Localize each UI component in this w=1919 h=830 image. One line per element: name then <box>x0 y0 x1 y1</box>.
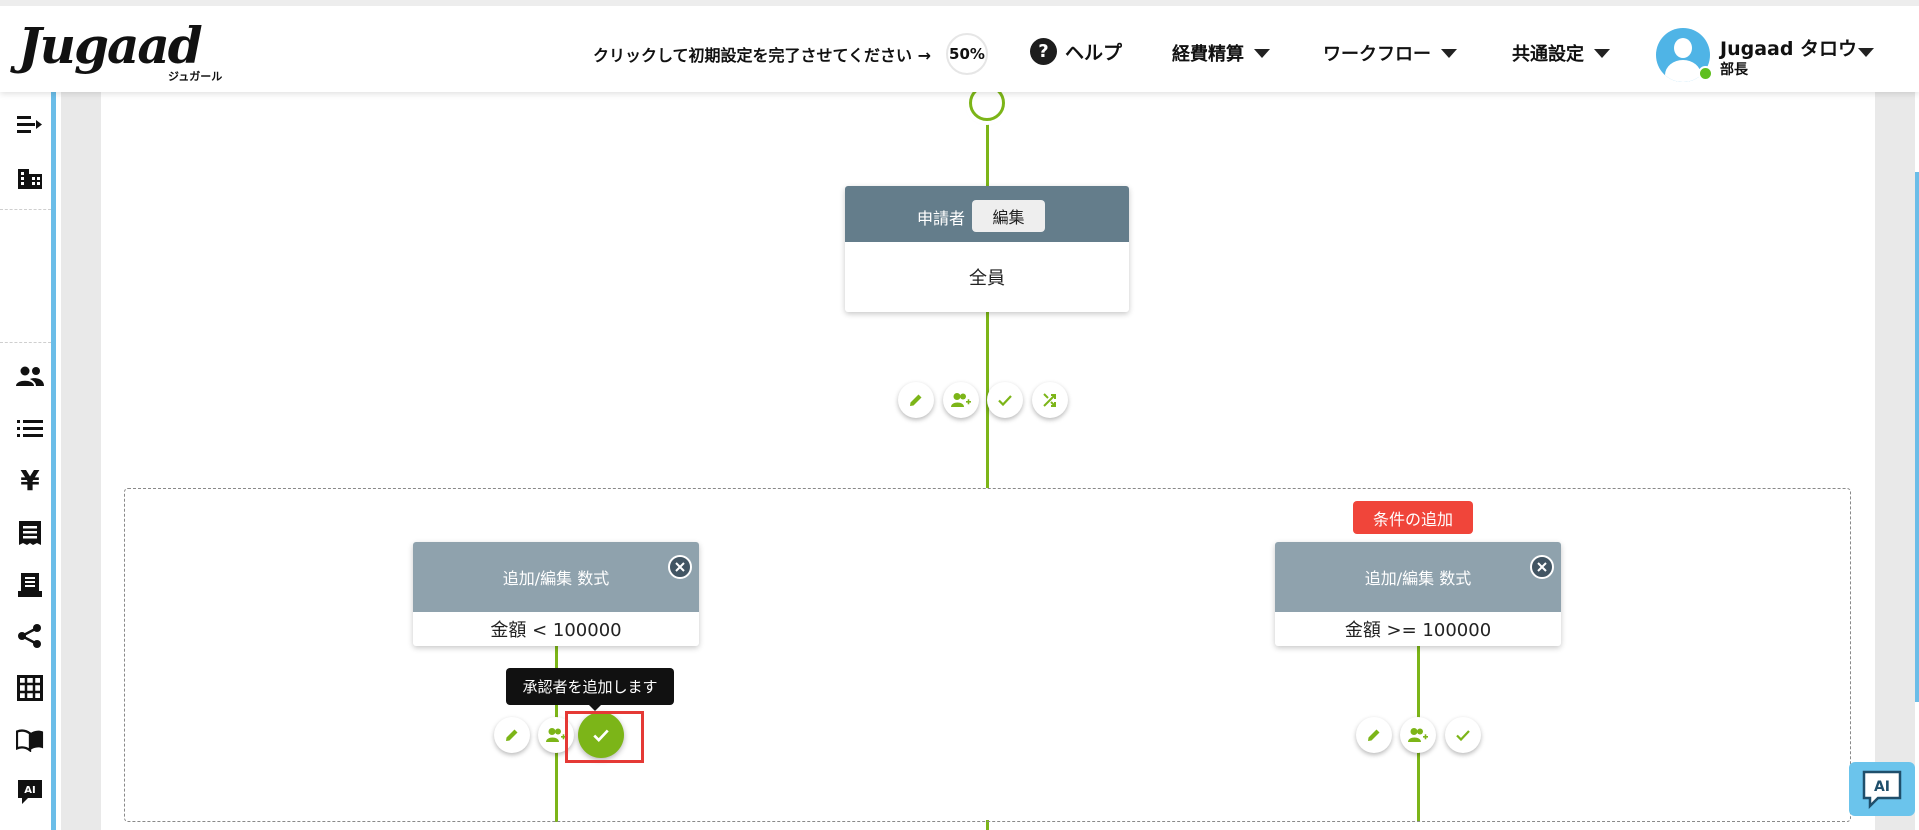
edit-applicant-button[interactable]: 編集 <box>972 200 1045 232</box>
help-label: ヘルプ <box>1065 42 1123 64</box>
expense-menu-label: 経費精算 <box>1172 44 1244 65</box>
document-icon[interactable] <box>16 571 44 599</box>
flow-line <box>986 121 989 186</box>
condition-node: 追加/編集 数式 金額 < 100000 <box>413 542 699 646</box>
logo-text: Jugaad <box>18 16 203 75</box>
tooltip-arrow <box>588 704 602 711</box>
chevron-down-icon <box>1594 48 1610 58</box>
check-icon <box>1456 730 1470 742</box>
add-approver-group-button[interactable] <box>943 382 979 418</box>
add-user-icon <box>546 728 566 742</box>
yen-icon[interactable]: ¥ <box>16 464 44 497</box>
user-menu-chevron-down-icon[interactable] <box>1858 48 1874 57</box>
collapse-menu-icon[interactable] <box>16 111 44 139</box>
pencil-icon <box>910 394 922 406</box>
applicant-value: 全員 <box>969 268 1005 289</box>
check-icon <box>998 395 1012 407</box>
share-icon[interactable] <box>16 622 44 650</box>
user-role: 部長 <box>1720 62 1748 78</box>
condition-header[interactable]: 追加/編集 数式 <box>413 542 699 612</box>
sidebar-divider <box>0 342 51 343</box>
edit-pencil-button[interactable] <box>494 717 530 753</box>
book-icon[interactable] <box>16 726 44 754</box>
common-settings-menu-label: 共通設定 <box>1512 44 1584 65</box>
condition-formula: 金額 >= 100000 <box>1344 620 1492 641</box>
sidebar-divider <box>0 209 51 210</box>
condition-formula: 金額 < 100000 <box>490 620 622 641</box>
users-icon[interactable] <box>16 362 44 390</box>
condition-node: 追加/編集 数式 金額 >= 100000 <box>1275 542 1561 646</box>
expense-menu[interactable]: 経費精算 <box>1172 40 1270 66</box>
help-menu[interactable]: ? ヘルプ <box>1030 38 1122 65</box>
grid-icon[interactable] <box>16 674 44 702</box>
applicant-title: 申請者 <box>917 209 966 228</box>
list-icon[interactable] <box>16 414 44 442</box>
receipt-icon[interactable] <box>16 519 44 547</box>
shuffle-icon <box>1043 393 1056 407</box>
svg-text:AI: AI <box>1874 779 1890 795</box>
applicant-node: 申請者 編集 全員 <box>845 186 1129 312</box>
logo-subtext: ジュガール <box>168 70 223 83</box>
add-user-icon <box>1408 728 1428 742</box>
company-building-icon[interactable] <box>16 164 44 192</box>
add-branch-button[interactable] <box>1032 382 1068 418</box>
close-icon[interactable] <box>668 555 692 579</box>
svg-text:AI: AI <box>24 785 35 796</box>
condition-group <box>124 488 1851 822</box>
sidebar: ¥ AI <box>0 92 56 830</box>
workflow-menu-label: ワークフロー <box>1323 44 1431 65</box>
vertical-scrollbar[interactable] <box>1915 172 1919 702</box>
applicant-node-header: 申請者 編集 <box>845 186 1129 242</box>
user-name[interactable]: Jugaad タロウ <box>1720 34 1857 61</box>
add-condition-button[interactable]: 条件の追加 <box>1353 501 1473 534</box>
ai-chat-bubble-icon: AI <box>1862 770 1902 809</box>
add-approver-button[interactable] <box>987 382 1023 418</box>
chevron-down-icon <box>1254 48 1270 58</box>
add-approver-group-button[interactable] <box>1400 717 1436 753</box>
common-settings-menu[interactable]: 共通設定 <box>1512 40 1610 66</box>
close-icon[interactable] <box>1530 555 1554 579</box>
online-status-dot <box>1698 66 1713 81</box>
condition-header[interactable]: 追加/編集 数式 <box>1275 542 1561 612</box>
workflow-menu[interactable]: ワークフロー <box>1323 40 1457 66</box>
setup-progress-badge[interactable]: 50% <box>946 33 988 75</box>
tooltip: 承認者を追加します <box>506 668 674 705</box>
edit-pencil-button[interactable] <box>1356 717 1392 753</box>
pencil-icon <box>506 729 518 741</box>
edit-pencil-button[interactable] <box>898 382 934 418</box>
setup-prompt-link[interactable]: クリックして初期設定を完了させてください → <box>593 42 931 66</box>
add-approver-button[interactable] <box>1445 717 1481 753</box>
pencil-icon <box>1368 729 1380 741</box>
ai-chat-icon[interactable]: AI <box>16 778 44 806</box>
ai-chat-button[interactable]: AI <box>1849 762 1915 816</box>
highlight-box <box>565 711 644 763</box>
jugaad-logo[interactable]: Jugaad ジュガール <box>18 18 228 84</box>
chevron-down-icon <box>1441 48 1457 58</box>
add-user-icon <box>951 393 971 407</box>
top-bar: Jugaad ジュガール クリックして初期設定を完了させてください → 50% … <box>0 0 1919 92</box>
help-icon: ? <box>1030 38 1057 65</box>
